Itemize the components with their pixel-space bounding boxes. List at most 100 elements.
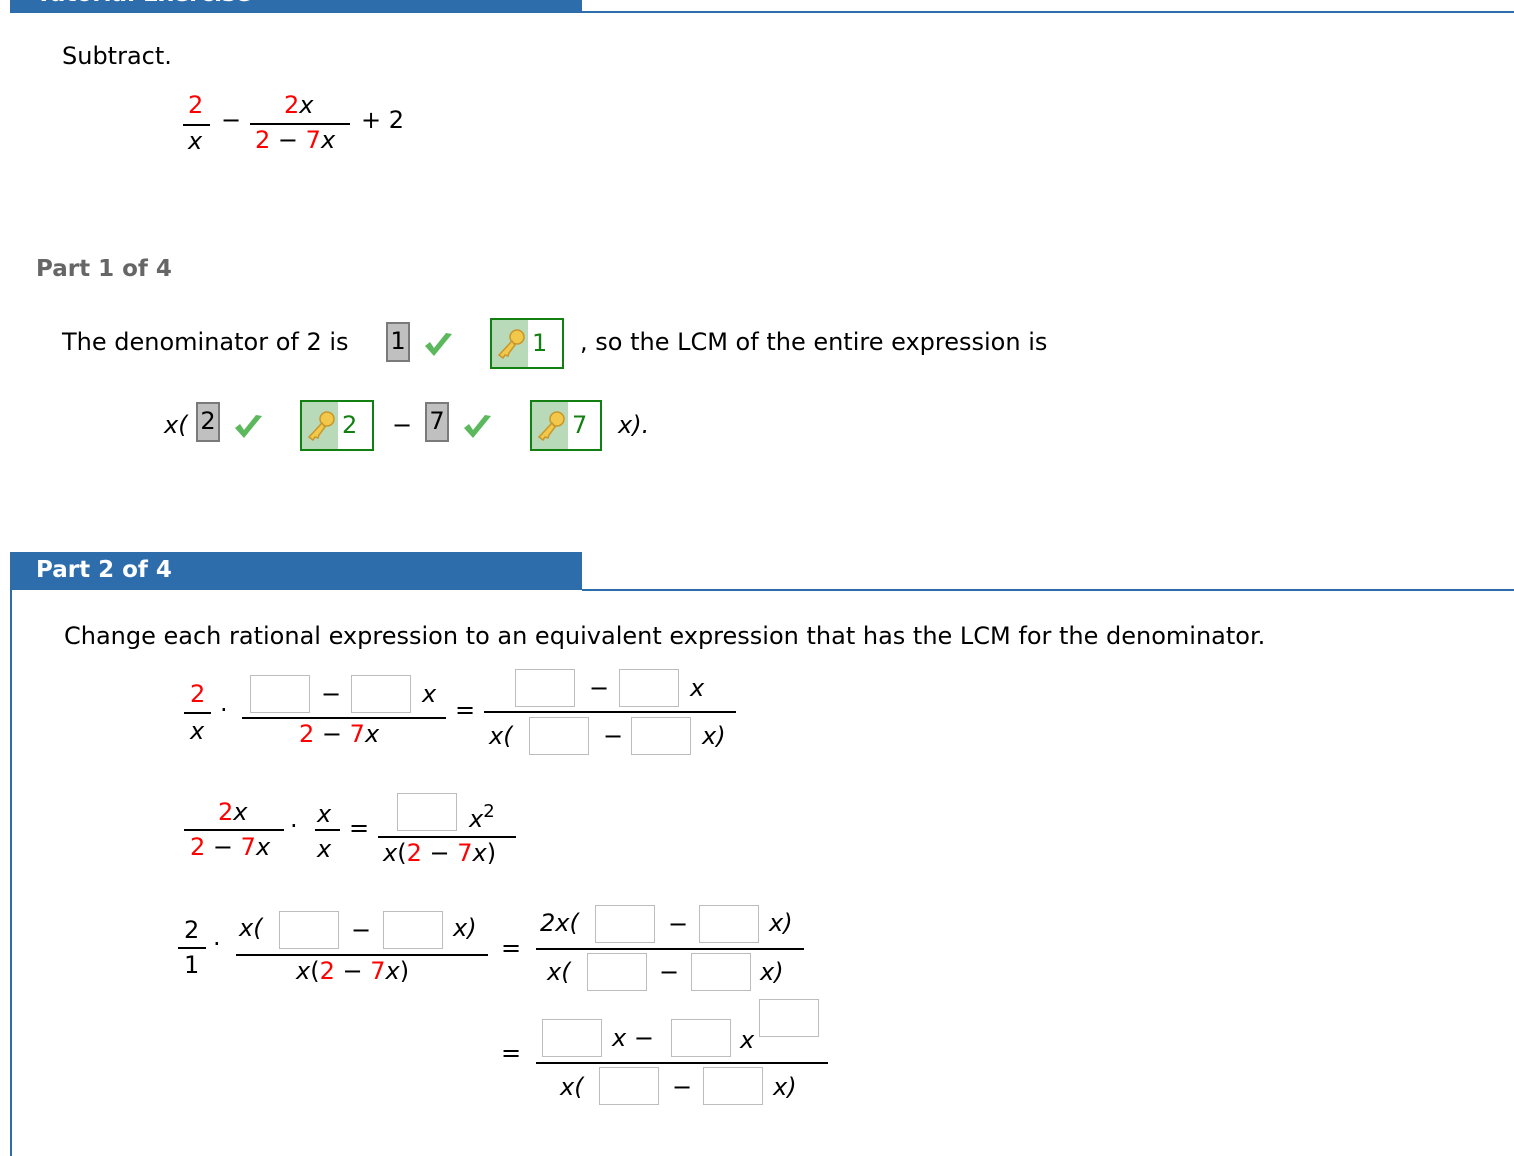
fraction-bar: [183, 124, 210, 126]
den: x: [317, 835, 332, 863]
t: (: [310, 957, 320, 985]
x-squared: x2: [469, 798, 495, 833]
num: 2x: [218, 798, 247, 826]
part2-instruction: Change each rational expression to an eq…: [64, 622, 1266, 650]
answer-input[interactable]: [671, 1019, 731, 1057]
answer-input[interactable]: [515, 669, 575, 707]
key-value: 2: [342, 411, 358, 439]
equals: =: [455, 696, 476, 724]
answer-input[interactable]: [619, 669, 679, 707]
t: x(: [489, 722, 513, 750]
part2-divider: [582, 589, 1514, 591]
fraction-bar: [236, 954, 488, 956]
answer-3: 7: [425, 402, 449, 442]
exponent-input[interactable]: [759, 999, 819, 1037]
t: x): [769, 909, 793, 937]
den: x: [190, 717, 205, 745]
minus: −: [351, 916, 372, 944]
fraction-bar: [536, 948, 804, 950]
checkmark-icon: [464, 415, 491, 438]
expr-f1-den: x: [188, 127, 203, 155]
minus: −: [659, 958, 680, 986]
t: x: [385, 957, 400, 985]
equals: =: [501, 934, 522, 962]
checkmark-icon: [235, 415, 262, 438]
answer-1: 1: [386, 322, 410, 362]
minus: −: [589, 674, 610, 702]
t: x: [233, 798, 248, 826]
t: ): [486, 839, 497, 867]
lcm-minus: −: [392, 411, 413, 439]
answer-input[interactable]: [542, 1019, 602, 1057]
answer-input[interactable]: [397, 793, 457, 831]
t: 7: [305, 126, 321, 154]
answer-input[interactable]: [587, 953, 647, 991]
num: 2: [184, 916, 200, 944]
t: −: [314, 720, 350, 748]
t: x: [364, 720, 380, 748]
answer-input[interactable]: [599, 1067, 659, 1105]
t: x): [760, 958, 784, 986]
answer-input[interactable]: [383, 911, 443, 949]
part1-sentence-end: , so the LCM of the entire expression is: [580, 328, 1048, 356]
answer-input[interactable]: [703, 1067, 763, 1105]
fraction-bar: [184, 829, 284, 831]
num: x: [317, 800, 332, 828]
minus: −: [672, 1073, 693, 1101]
key-icon: [497, 329, 525, 360]
den: 2 − 7x: [299, 720, 379, 748]
tutorial-header: Tutorial Exercise: [10, 0, 582, 13]
minus: −: [668, 910, 689, 938]
den: 1: [184, 951, 200, 979]
num: 2: [190, 680, 206, 708]
t: 7: [457, 839, 473, 867]
fraction-bar: [484, 711, 736, 713]
t: 7: [240, 833, 256, 861]
den: x(2 − 7x): [296, 957, 409, 985]
den: 2 − 7x: [190, 833, 270, 861]
var: x: [690, 674, 705, 702]
lcm-suffix: x).: [618, 411, 650, 439]
t: x: [320, 126, 336, 154]
part1-sentence-start: The denominator of 2 is: [62, 328, 349, 356]
t: 2: [218, 798, 234, 826]
answer-input[interactable]: [250, 675, 310, 713]
t: (: [397, 839, 407, 867]
var: x: [422, 680, 437, 708]
equals: =: [501, 1039, 522, 1067]
lcm-prefix: x(: [164, 411, 188, 439]
t: −: [334, 957, 371, 985]
t: 2: [406, 839, 422, 867]
t: x(: [239, 914, 263, 942]
t: 2x(: [540, 909, 579, 937]
answer-input[interactable]: [279, 911, 339, 949]
t: x: [740, 1026, 755, 1054]
checkmark-icon: [425, 333, 452, 356]
correct-answer-key-3[interactable]: 7: [530, 400, 602, 451]
key-value: 7: [572, 411, 588, 439]
expr-plus: + 2: [361, 106, 405, 134]
t: x): [453, 914, 477, 942]
correct-answer-key-1[interactable]: 1: [490, 318, 564, 369]
expr-f2-den: 2 − 7x: [255, 126, 335, 154]
t: x): [773, 1073, 797, 1101]
t: ): [399, 957, 410, 985]
fraction-bar: [242, 717, 446, 719]
t: x(: [560, 1073, 584, 1101]
answer-input[interactable]: [691, 953, 751, 991]
part2-title: Part 2 of 4: [36, 557, 172, 583]
key-value: 1: [532, 329, 548, 357]
correct-answer-key-2[interactable]: 2: [300, 400, 374, 451]
fraction-bar: [250, 123, 350, 125]
tutorial-title: Tutorial Exercise: [36, 0, 251, 8]
answer-input[interactable]: [699, 905, 759, 943]
t: 7: [370, 957, 386, 985]
t: 2: [319, 957, 335, 985]
key-icon: [537, 411, 565, 442]
t: x: [472, 839, 487, 867]
answer-input[interactable]: [529, 717, 589, 755]
answer-input[interactable]: [351, 675, 411, 713]
var: x: [299, 91, 314, 119]
answer-input[interactable]: [631, 717, 691, 755]
answer-input[interactable]: [595, 905, 655, 943]
